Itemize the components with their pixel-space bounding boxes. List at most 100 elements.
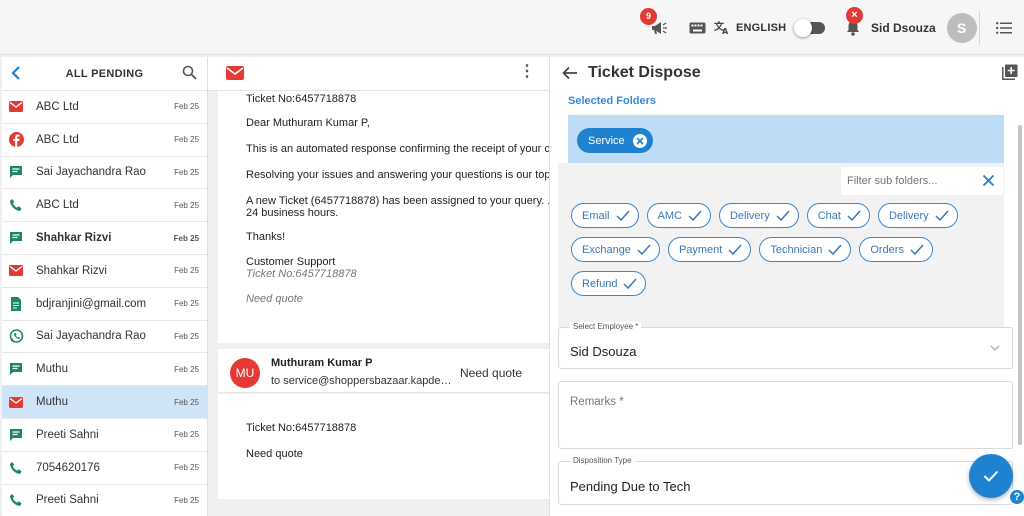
sub-folder-label: Exchange [582, 243, 631, 256]
sub-folder-label: Delivery [888, 209, 929, 222]
phone-icon [8, 197, 24, 213]
scrollbar[interactable] [1018, 125, 1022, 445]
arrow-left-icon[interactable] [562, 66, 578, 80]
employee-label: Select Employee * [570, 322, 642, 331]
toggle-switch[interactable] [794, 18, 825, 37]
conversation-date: Feb 25 [174, 102, 199, 112]
add-note-icon[interactable] [1002, 64, 1018, 80]
conversation-item[interactable]: Preeti Sahni Feb 25 [2, 485, 207, 516]
mail-message-header[interactable]: MU Muthuram Kumar P to service@shoppersb… [218, 349, 549, 393]
avatar[interactable]: S [946, 12, 977, 43]
topbar-divider [979, 11, 980, 45]
sub-folder-chip[interactable]: Payment [667, 237, 752, 262]
conversation-item[interactable]: bdjranjini@gmail.com Feb 25 [2, 288, 207, 321]
conversation-date: Feb 25 [174, 167, 199, 177]
thread-header: ⋮ [208, 57, 549, 91]
conversation-item[interactable]: 7054620176 Feb 25 [2, 452, 207, 485]
announcement-badge: 9 [640, 7, 657, 25]
conversation-item[interactable]: Shahkar Rizvi Feb 25 [2, 255, 207, 288]
notifications-button[interactable]: × [842, 0, 864, 55]
submit-button[interactable] [969, 454, 1013, 498]
sub-folder-chip[interactable]: Technician [759, 237, 852, 262]
conversation-item[interactable]: Muthu Feb 25 [2, 386, 207, 419]
conversation-list: ABC Ltd Feb 25 ABC Ltd Feb 25 Sai Jayachandr… [2, 91, 207, 516]
employee-select[interactable]: Select Employee * Sid Dsouza [558, 322, 1013, 369]
conversation-name: Sai Jayachandra Rao [36, 330, 146, 343]
disposition-type-select[interactable]: Disposition Type Pending Due to Tech [558, 456, 1013, 505]
sub-folder-label: Refund [582, 277, 618, 290]
help-icon[interactable]: ? [1008, 488, 1024, 506]
sub-folder-chip[interactable]: Chat [806, 203, 870, 228]
clear-icon[interactable] [982, 174, 995, 187]
facebook-icon [8, 132, 24, 148]
chat-icon [8, 164, 24, 180]
mail-message-body: Ticket No:6457718878 Need quote [218, 394, 549, 499]
dispose-form: Selected Folders Service Email AMC Deliver… [558, 91, 1013, 516]
chat-icon [8, 230, 24, 246]
mail-line: A new Ticket (6457718878) has been assig… [246, 195, 549, 207]
selected-folder-chip[interactable]: Service [577, 128, 653, 153]
selected-folder-label: Service [588, 134, 625, 147]
sub-folder-label: Orders [870, 243, 904, 256]
mail-icon[interactable] [226, 66, 244, 80]
conversation-item[interactable]: Muthu Feb 25 [2, 353, 207, 387]
mail-ticket-no: Ticket No:6457718878 [246, 93, 357, 105]
announcement-button[interactable]: 9 [640, 0, 670, 55]
top-bar: 9 文A ENGLISH × Sid Dsouza S [0, 0, 1024, 55]
conversation-item[interactable]: Sai Jayachandra Rao Feb 25 [2, 321, 207, 354]
conversation-name: Preeti Sahni [36, 428, 99, 441]
sub-folder-chip[interactable]: Orders [859, 237, 933, 262]
mail-ticket-no: Ticket No:6457718878 [246, 422, 357, 434]
conversation-name: ABC Ltd [36, 100, 79, 113]
conversation-item[interactable]: ABC Ltd Feb 25 [2, 91, 207, 124]
close-icon[interactable] [632, 133, 647, 148]
list-menu-icon [996, 21, 1012, 34]
conversation-item[interactable]: Shahkar Rizvi Feb 25 [2, 222, 207, 255]
user-name: Sid Dsouza [871, 20, 936, 35]
search-icon[interactable] [182, 65, 197, 80]
conversation-item[interactable]: Sai Jayachandra Rao Feb 25 [2, 157, 207, 190]
sub-folder-chip[interactable]: Exchange [571, 237, 660, 262]
conversation-item[interactable]: ABC Ltd Feb 25 [2, 189, 207, 223]
conversation-item[interactable]: Preeti Sahni Feb 25 [2, 419, 207, 452]
check-icon [623, 278, 638, 289]
keyboard-button[interactable] [689, 0, 706, 55]
conversation-date: Feb 25 [173, 233, 199, 243]
conversation-name: Shahkar Rizvi [36, 264, 107, 277]
conversation-name: Preeti Sahni [36, 494, 99, 507]
mail-message-auto-reply: Ticket No:6457718878 Dear Muthuram Kumar… [218, 91, 549, 343]
conversation-date: Feb 25 [174, 364, 199, 374]
conversation-name: 7054620176 [36, 461, 100, 474]
check-icon [728, 244, 742, 255]
theme-toggle[interactable] [794, 0, 825, 55]
chevron-left-icon[interactable] [10, 65, 22, 81]
check-icon [910, 244, 924, 255]
filter-input[interactable] [841, 167, 971, 195]
chat-icon [8, 361, 24, 377]
menu-button[interactable] [996, 0, 1012, 55]
conversation-date: Feb 25 [174, 299, 199, 309]
language-selector[interactable]: 文A ENGLISH [714, 0, 786, 55]
check-icon [615, 210, 630, 221]
mail-body-text: Need quote [246, 448, 303, 460]
mail-greeting: Dear Muthuram Kumar P, [246, 117, 370, 129]
check-icon [776, 210, 790, 221]
sub-folder-chips: Email AMC Delivery Chat Delivery Exchange Paym… [571, 203, 991, 296]
sub-folder-chip[interactable]: Email [571, 203, 639, 228]
user-menu[interactable]: Sid Dsouza S [871, 0, 977, 55]
sub-folder-chip[interactable]: Delivery [877, 203, 958, 228]
mail-line: This is an automated response confirming… [246, 143, 549, 155]
conversation-item[interactable]: ABC Ltd Feb 25 [2, 124, 207, 157]
sub-folder-chip[interactable]: Refund [571, 271, 647, 296]
remarks-field[interactable]: Remarks * [558, 381, 1013, 449]
more-options-icon[interactable]: ⋮ [519, 64, 535, 80]
chevron-down-icon [990, 345, 1000, 351]
sub-folder-label: AMC [657, 209, 682, 222]
conversation-date: Feb 25 [174, 397, 199, 407]
employee-value: Sid Dsouza [570, 344, 637, 359]
sub-folder-chip[interactable]: Delivery [718, 203, 799, 228]
email-icon [8, 99, 24, 115]
check-icon [688, 210, 702, 221]
conversation-date: Feb 25 [174, 200, 199, 210]
sub-folder-chip[interactable]: AMC [646, 203, 711, 228]
